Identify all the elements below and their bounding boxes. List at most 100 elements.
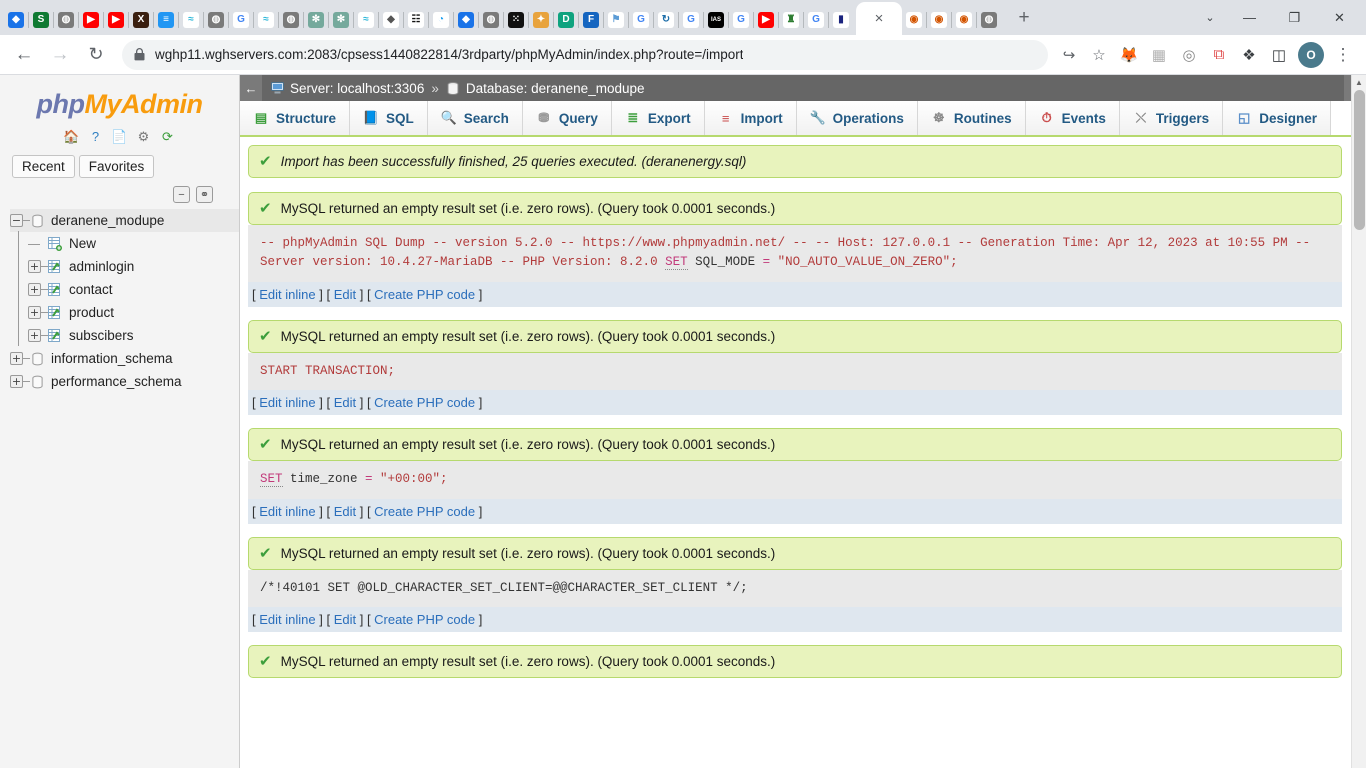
tree-expander-icon[interactable]: +	[28, 306, 41, 319]
close-window-button[interactable]: ✕	[1317, 2, 1362, 34]
phpmyadmin-logo[interactable]: phpMyAdmin	[0, 75, 239, 124]
tab-favicon-crest[interactable]: ♜	[779, 5, 804, 35]
tab-import[interactable]: ≡ Import	[704, 101, 797, 135]
forward-button[interactable]: →	[44, 39, 76, 71]
new-tab-button[interactable]: +	[1010, 4, 1038, 32]
close-tab-icon[interactable]: ×	[875, 11, 884, 26]
metamask-extension-icon[interactable]: 🦊	[1114, 40, 1144, 70]
edit-inline-link[interactable]: Edit inline	[259, 504, 315, 519]
tab-favicon-dots-dark[interactable]: ⁙	[504, 5, 529, 35]
tab-favicon-youtube-1[interactable]: ▶	[79, 5, 104, 35]
tab-favicon-ias[interactable]: IAS	[704, 5, 729, 35]
tab-favicon-docs-blue[interactable]: ≡	[154, 5, 179, 35]
scrollbar-thumb[interactable]	[1354, 90, 1365, 230]
tab-favicon-diamond[interactable]: ◆	[4, 5, 29, 35]
table-node-product[interactable]: + product	[10, 299, 239, 324]
reload-button[interactable]: ↻	[80, 39, 112, 71]
tab-favicon-twitter-bird[interactable]: ◔	[429, 5, 454, 35]
back-button[interactable]: ←	[8, 39, 40, 71]
tab-favicon-doc-teal[interactable]: D	[554, 5, 579, 35]
tab-favicon-trail-3[interactable]: ◉	[952, 5, 977, 35]
tab-triggers[interactable]: ⤬ Triggers	[1119, 101, 1224, 135]
tab-favicon-diamond-blue[interactable]: ◆	[454, 5, 479, 35]
copy-extension-icon[interactable]: ⧉	[1204, 40, 1234, 70]
tree-expander-icon[interactable]: +	[28, 283, 41, 296]
sidebar-tab-recent[interactable]: Recent	[12, 155, 75, 178]
tab-export[interactable]: ≣ Export	[611, 101, 705, 135]
profile-avatar[interactable]: O	[1298, 41, 1324, 68]
table-node-adminlogin[interactable]: + adminlogin	[10, 253, 239, 278]
edit-link[interactable]: Edit	[334, 612, 356, 627]
tab-favicon-bookmark-dark[interactable]: ▮	[829, 5, 853, 35]
tab-structure[interactable]: ▤ Structure	[240, 101, 351, 135]
tree-expander-icon[interactable]: −	[10, 214, 23, 227]
edit-inline-link[interactable]: Edit inline	[259, 612, 315, 627]
create-php-code-link[interactable]: Create PHP code	[374, 395, 475, 410]
recorder-extension-icon[interactable]: ◎	[1174, 40, 1204, 70]
tab-search-chevron-icon[interactable]: ⌄	[1193, 2, 1227, 34]
tab-favicon-openai-2[interactable]: ✻	[329, 5, 354, 35]
tab-query[interactable]: ⛃ Query	[522, 101, 612, 135]
settings-gear-icon[interactable]: ⚙	[135, 128, 152, 145]
sidebar-tab-favorites[interactable]: Favorites	[78, 155, 155, 178]
tab-favicon-trail-2[interactable]: ◉	[927, 5, 952, 35]
tab-favicon-target[interactable]: ☷	[404, 5, 429, 35]
tab-favicon-flag[interactable]: ⚑	[604, 5, 629, 35]
tab-favicon-google-3[interactable]: G	[679, 5, 704, 35]
reload-icon[interactable]: ⟳	[159, 128, 176, 145]
db-node-information-schema[interactable]: + information_schema	[10, 347, 239, 370]
link-with-main-panel-icon[interactable]: ⚭	[196, 186, 213, 203]
edit-inline-link[interactable]: Edit inline	[259, 287, 315, 302]
tab-favicon-trail-4[interactable]: ◍	[977, 5, 1001, 35]
tab-favicon-x-twitter[interactable]: X	[129, 5, 154, 35]
breadcrumb-server[interactable]: Server: localhost:3306	[290, 81, 424, 96]
db-node-performance-schema[interactable]: + performance_schema	[10, 370, 239, 393]
tab-favicon-form-blue[interactable]: F	[579, 5, 604, 35]
grammarly-extension-icon[interactable]: ▦	[1144, 40, 1174, 70]
collapse-all-icon[interactable]: −	[173, 186, 190, 203]
tab-search[interactable]: 🔍 Search	[427, 101, 523, 135]
extensions-puzzle-icon[interactable]: ❖	[1234, 40, 1264, 70]
tab-favicon-colorful[interactable]: ✦	[529, 5, 554, 35]
tab-favicon-swirl[interactable]: ↻	[654, 5, 679, 35]
tab-designer[interactable]: ◱ Designer	[1223, 101, 1331, 135]
table-node-contact[interactable]: + contact	[10, 276, 239, 301]
tab-favicon-globe-3[interactable]: ◍	[279, 5, 304, 35]
sidepanel-icon[interactable]: ◫	[1264, 40, 1294, 70]
tab-favicon-google-2[interactable]: G	[629, 5, 654, 35]
tab-favicon-youtube-2[interactable]: ▶	[104, 5, 129, 35]
tab-routines[interactable]: ☸ Routines	[917, 101, 1026, 135]
active-browser-tab[interactable]: ×	[856, 2, 902, 35]
tab-favicon-diamond-grey[interactable]: ◆	[379, 5, 404, 35]
tab-operations[interactable]: 🔧 Operations	[796, 101, 918, 135]
breadcrumb-back-button[interactable]: ←	[240, 75, 262, 101]
tree-expander-icon[interactable]: +	[10, 375, 23, 388]
maximize-button[interactable]: ❐	[1272, 2, 1317, 34]
edit-link[interactable]: Edit	[334, 287, 356, 302]
tab-favicon-globe-1[interactable]: ◍	[54, 5, 79, 35]
tab-favicon-openai-1[interactable]: ✻	[304, 5, 329, 35]
tab-favicon-youtube-3[interactable]: ▶	[754, 5, 779, 35]
breadcrumb-database[interactable]: Database: deranene_modupe	[466, 81, 645, 96]
home-icon[interactable]: 🏠	[63, 128, 80, 145]
tab-sql[interactable]: 📘 SQL	[350, 101, 428, 135]
tree-expander-icon[interactable]: +	[28, 329, 41, 342]
create-php-code-link[interactable]: Create PHP code	[374, 287, 475, 302]
tab-favicon-wave-3[interactable]: ≈	[354, 5, 379, 35]
table-node-subscibers[interactable]: + subscibers	[10, 322, 239, 347]
edit-inline-link[interactable]: Edit inline	[259, 395, 315, 410]
edit-link[interactable]: Edit	[334, 395, 356, 410]
scroll-up-arrow[interactable]: ▲	[1352, 75, 1366, 90]
tab-favicon-google-4[interactable]: G	[729, 5, 754, 35]
share-icon[interactable]: ↪	[1054, 40, 1084, 70]
tab-favicon-wave-1[interactable]: ≈	[179, 5, 204, 35]
page-scrollbar[interactable]: ▲	[1351, 75, 1366, 768]
tab-favicon-globe-2[interactable]: ◍	[204, 5, 229, 35]
minimize-button[interactable]: —	[1227, 2, 1272, 34]
create-php-code-link[interactable]: Create PHP code	[374, 612, 475, 627]
tab-favicon-google-1[interactable]: G	[229, 5, 254, 35]
tab-favicon-wave-2[interactable]: ≈	[254, 5, 279, 35]
tree-expander-icon[interactable]: +	[10, 352, 23, 365]
tab-favicon-globe-4[interactable]: ◍	[479, 5, 504, 35]
docs-icon[interactable]: 📄	[111, 128, 128, 145]
